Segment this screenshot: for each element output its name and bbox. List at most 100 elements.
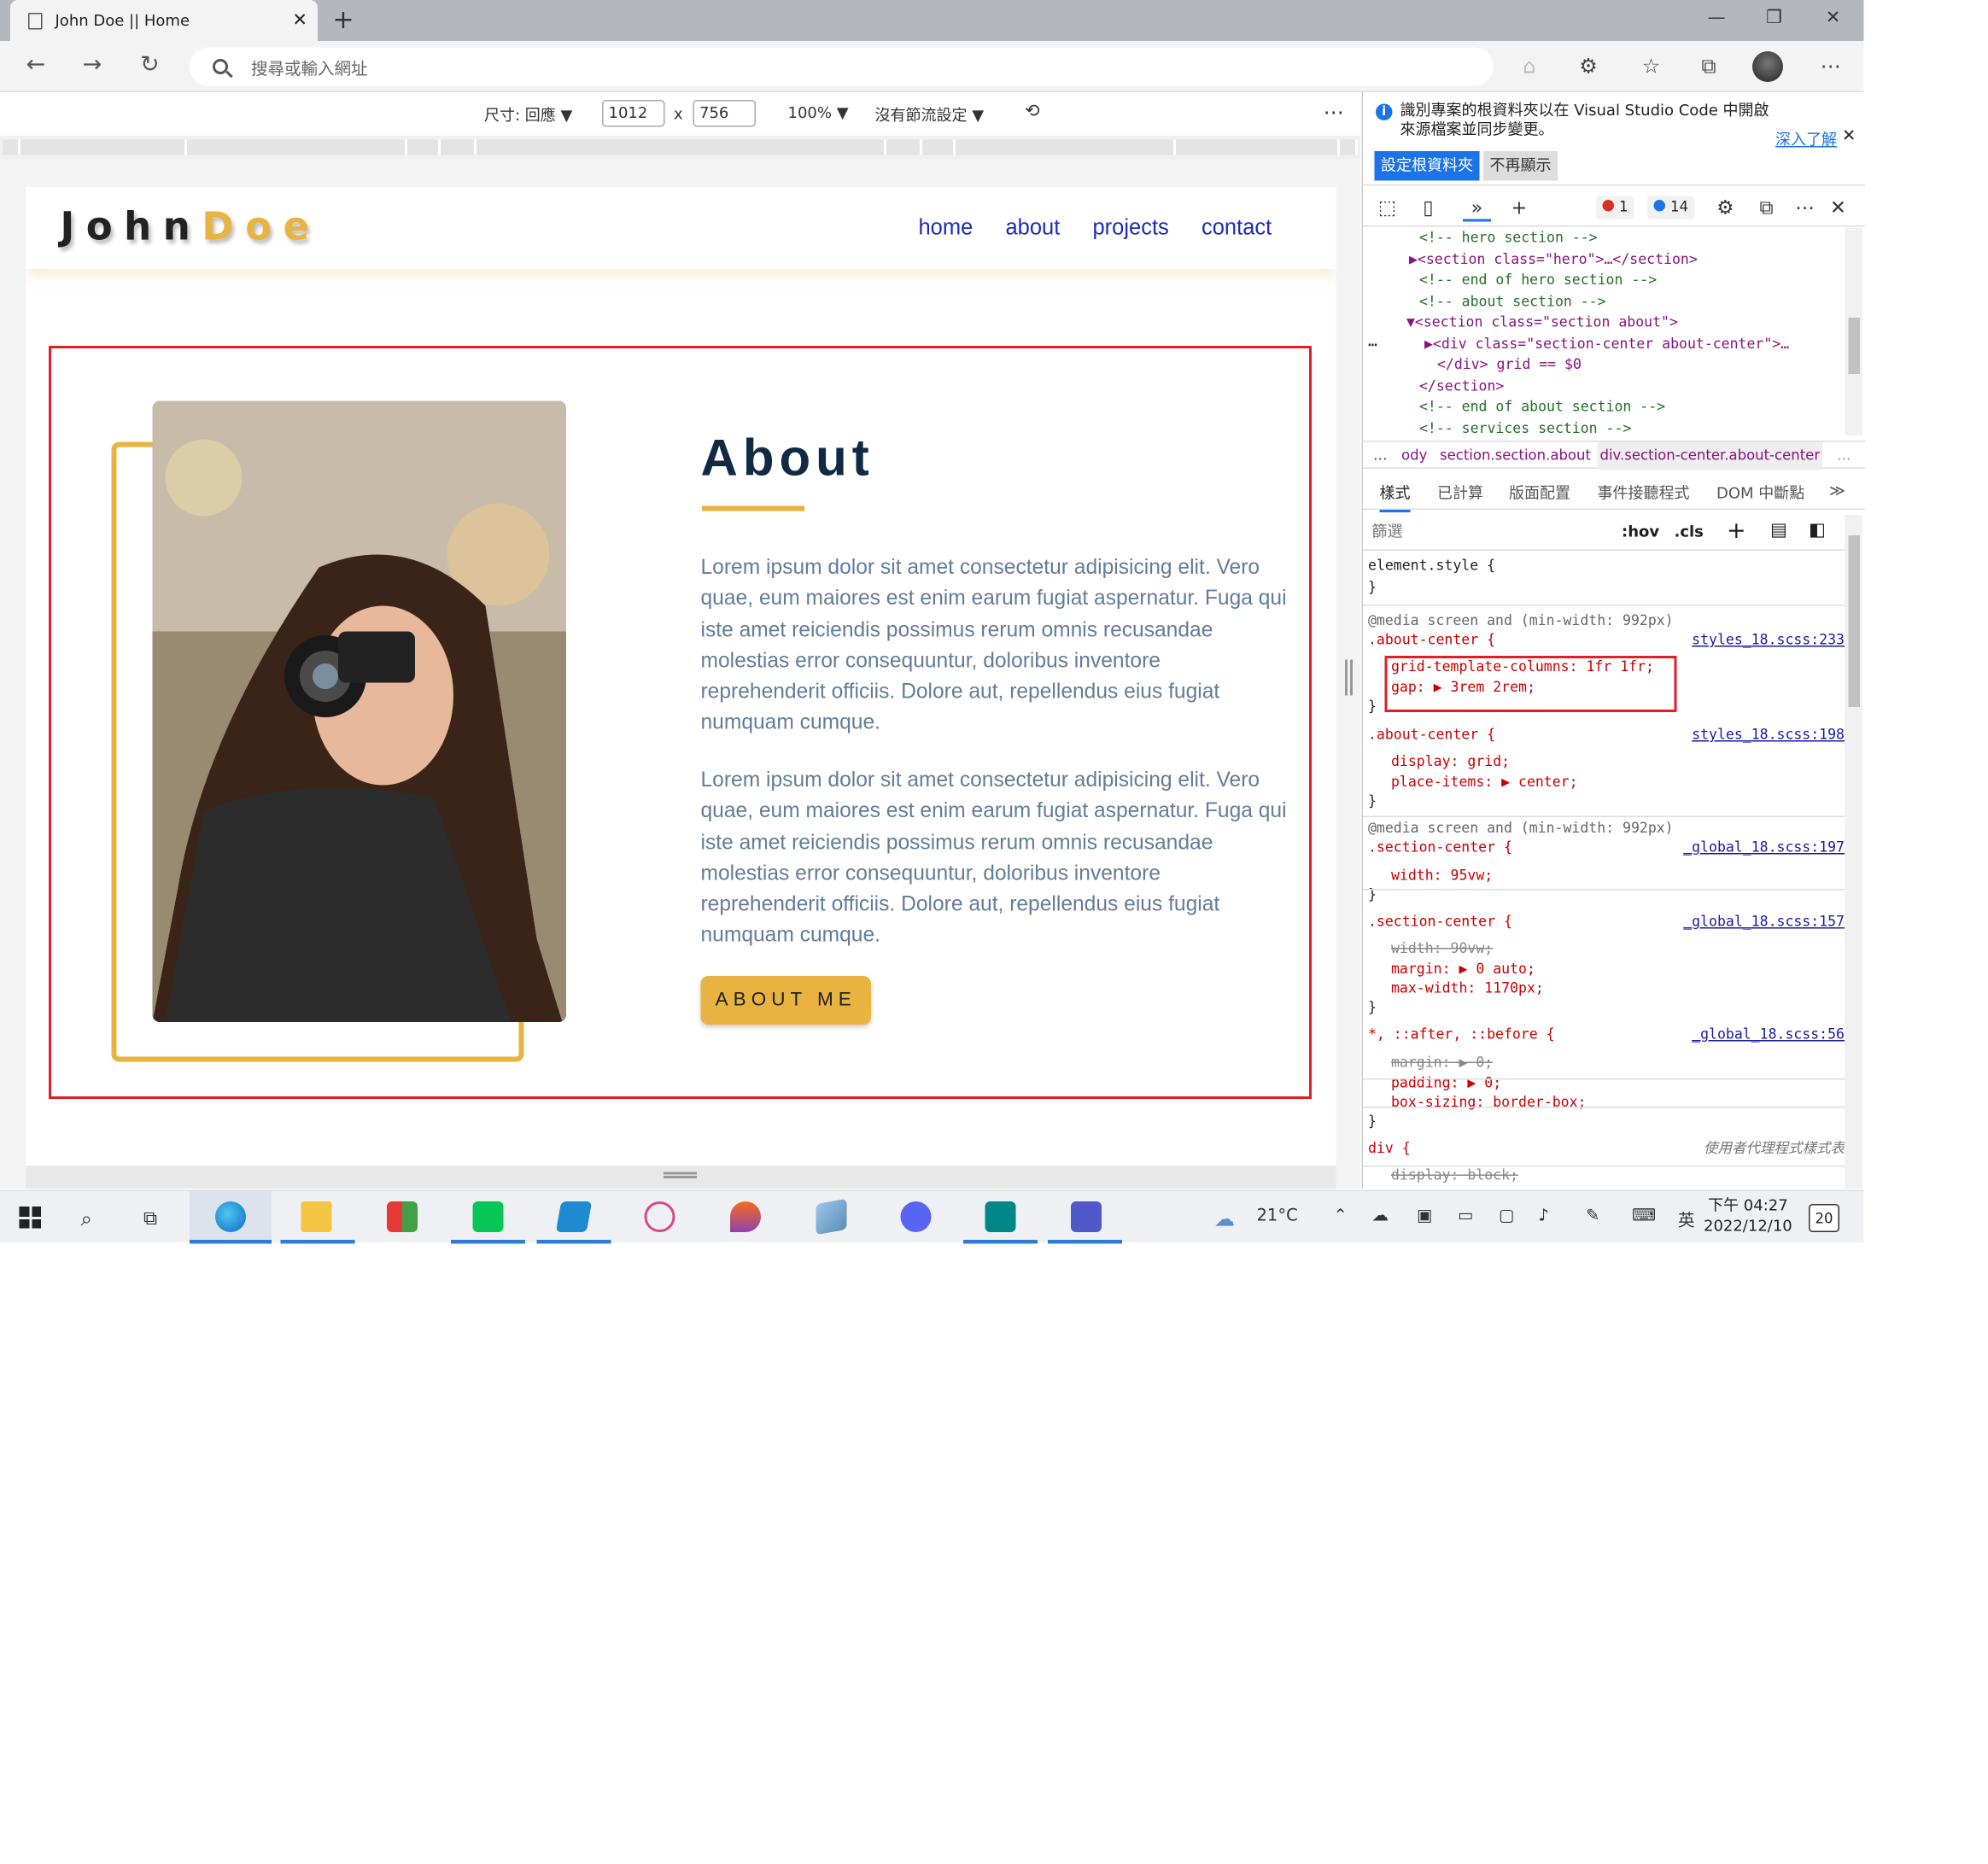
nav-home[interactable]: home <box>919 215 974 241</box>
clock[interactable]: 下午 04:27 2022/12/10 <box>1704 1195 1792 1236</box>
tab-close-icon[interactable]: ✕ <box>292 10 307 31</box>
snip-tool-icon[interactable] <box>644 1201 675 1232</box>
css-declaration[interactable]: margin: ▶ 0; <box>1391 1053 1493 1073</box>
profile-avatar[interactable] <box>1752 51 1783 82</box>
devtools-drag-handle[interactable] <box>1345 659 1353 696</box>
app-icon[interactable] <box>816 1198 847 1236</box>
more-icon[interactable]: ⋯ <box>1816 54 1845 79</box>
more-tools-icon[interactable]: » <box>1463 196 1491 222</box>
collections-icon[interactable]: ⧉ <box>1695 54 1723 79</box>
weather-temp[interactable]: 21°C <box>1257 1207 1298 1226</box>
css-declaration[interactable]: } <box>1368 697 1377 717</box>
favorites-icon[interactable]: ☆ <box>1637 54 1665 79</box>
cls-toggle[interactable]: .cls <box>1675 523 1704 541</box>
dom-line[interactable]: <!-- end of about section --> <box>1419 397 1665 418</box>
settings-icon[interactable]: ⚙ <box>1711 196 1740 219</box>
taskbar-search-icon[interactable]: ⌕ <box>81 1207 92 1232</box>
minimize-icon[interactable]: — <box>1698 8 1736 28</box>
width-input[interactable]: 1012 <box>602 100 665 127</box>
read-aloud-icon[interactable]: ⌂ <box>1516 54 1544 79</box>
new-rule-icon[interactable]: + <box>1727 517 1746 545</box>
message-count-badge[interactable]: 14 <box>1647 196 1695 219</box>
height-input[interactable]: 756 <box>693 100 756 127</box>
dom-line[interactable]: <!-- about section --> <box>1419 291 1606 312</box>
learn-more-link[interactable]: 深入了解 <box>1775 128 1837 150</box>
forward-icon[interactable]: → <box>77 51 108 79</box>
css-media-query[interactable]: @media screen and (min-width: 992px) <box>1368 819 1674 839</box>
css-declaration[interactable]: display: grid; <box>1391 752 1510 773</box>
css-declaration[interactable]: width: 90vw; <box>1391 939 1493 960</box>
browser-tab[interactable]: John Doe || Home ✕ <box>10 0 318 41</box>
arduino-icon[interactable] <box>985 1201 1016 1232</box>
volume-icon[interactable]: ♪ <box>1539 1207 1549 1226</box>
elements-tree[interactable]: ⋯ <!-- hero section --> ▶<section class="… <box>1363 228 1847 436</box>
tab-styles[interactable]: 樣式 <box>1379 482 1411 512</box>
weather-icon[interactable]: ☁ <box>1214 1207 1235 1231</box>
breadcrumb-item[interactable]: section.section.about <box>1440 442 1591 470</box>
network-icon[interactable]: ▢ <box>1499 1207 1514 1226</box>
dom-line[interactable]: </section> <box>1419 376 1504 396</box>
hov-toggle[interactable]: :hov <box>1622 523 1659 541</box>
zoom-dropdown[interactable]: 100% ▼ <box>788 104 849 122</box>
battery-icon[interactable]: ▭ <box>1458 1207 1473 1226</box>
breadcrumb-item[interactable]: … <box>1837 442 1851 470</box>
css-selector[interactable]: div { <box>1368 1139 1411 1160</box>
css-declaration[interactable]: padding: ▶ 0; <box>1391 1073 1501 1094</box>
pen-icon[interactable]: ✎ <box>1586 1207 1599 1226</box>
teams-icon[interactable] <box>1071 1201 1102 1232</box>
notification-badge[interactable]: 20 <box>1809 1204 1839 1232</box>
breadcrumb-item[interactable]: div.section-center.about-center <box>1597 441 1823 470</box>
css-source-link[interactable]: _global_18.scss:197 <box>1683 838 1845 858</box>
task-view-icon[interactable]: ⧉ <box>143 1207 157 1230</box>
css-declaration[interactable]: } <box>1368 792 1377 812</box>
ime-indicator[interactable]: 英 <box>1678 1207 1695 1231</box>
dom-line[interactable]: <!-- end of hero section --> <box>1419 271 1657 291</box>
paint-icon[interactable]: ▤ <box>1770 520 1787 541</box>
breadcrumb-item[interactable]: ody <box>1401 442 1427 470</box>
dom-line[interactable]: ▼<section class="section about"> <box>1406 313 1678 333</box>
css-declaration[interactable]: width: 95vw; <box>1391 866 1493 886</box>
devtools-more-icon[interactable]: ⋯ <box>1791 196 1819 219</box>
css-declaration[interactable]: gap: ▶ 3rem 2rem; <box>1391 678 1535 698</box>
set-root-folder-button[interactable]: 設定根資料夾 <box>1374 151 1480 181</box>
filter-input[interactable]: 篩選 <box>1368 517 1604 546</box>
new-tab-button[interactable]: + <box>328 5 359 36</box>
extensions-icon[interactable]: ⚙ <box>1575 54 1603 79</box>
discord-icon[interactable] <box>900 1201 932 1232</box>
rotate-icon[interactable]: ⟲ <box>1025 102 1040 122</box>
vscode-icon[interactable] <box>555 1201 593 1232</box>
tab-overflow[interactable]: ≫ <box>1829 482 1845 500</box>
css-media-query[interactable]: @media screen and (min-width: 992px) <box>1368 611 1674 632</box>
app-icon[interactable] <box>387 1201 418 1232</box>
back-icon[interactable]: ← <box>20 51 51 79</box>
css-source-link[interactable]: 使用者代理程式樣式表 <box>1704 1139 1845 1160</box>
tab-computed[interactable]: 已計算 <box>1437 482 1483 504</box>
css-declaration[interactable]: max-width: 1170px; <box>1391 979 1544 999</box>
css-selector[interactable]: .about-center { <box>1368 630 1495 651</box>
throttle-dropdown[interactable]: 沒有節流設定 ▼ <box>875 104 985 126</box>
css-declaration[interactable]: place-items: ▶ center; <box>1391 773 1578 793</box>
dimensions-dropdown[interactable]: 尺寸: 回應 ▼ <box>484 104 572 126</box>
css-declaration[interactable]: box-sizing: border-box; <box>1391 1093 1586 1113</box>
device-emulation-icon[interactable]: ▯ <box>1414 196 1442 219</box>
css-selector[interactable]: *, ::after, ::before { <box>1368 1025 1555 1045</box>
file-explorer-icon[interactable] <box>301 1201 332 1232</box>
device-more-icon[interactable]: ⋯ <box>1324 100 1344 125</box>
css-declaration[interactable]: display: block; <box>1391 1166 1518 1186</box>
tray-chevron-icon[interactable]: ⌃ <box>1334 1207 1348 1226</box>
css-source-link[interactable]: _global_18.scss:157 <box>1683 912 1845 932</box>
windows-start-icon[interactable] <box>19 1207 41 1229</box>
dom-line[interactable]: <!-- services section --> <box>1419 418 1631 435</box>
paint-app-icon[interactable] <box>730 1201 761 1232</box>
refresh-icon[interactable]: ↻ <box>135 51 166 79</box>
tab-dom-breakpoints[interactable]: DOM 中斷點 <box>1716 482 1804 504</box>
tray-icon[interactable]: ☁ <box>1372 1207 1389 1226</box>
tab-event-listeners[interactable]: 事件接聽程式 <box>1598 482 1690 504</box>
dom-line[interactable]: ▶<section class="hero">…</section> <box>1409 249 1698 270</box>
dom-line[interactable]: <!-- hero section --> <box>1419 228 1598 248</box>
css-selector[interactable]: .section-center { <box>1368 912 1512 932</box>
line-icon[interactable] <box>472 1201 504 1232</box>
inspect-icon[interactable]: ⬚ <box>1373 196 1401 219</box>
nav-about[interactable]: about <box>1006 215 1061 241</box>
close-icon[interactable]: ✕ <box>1842 127 1856 147</box>
